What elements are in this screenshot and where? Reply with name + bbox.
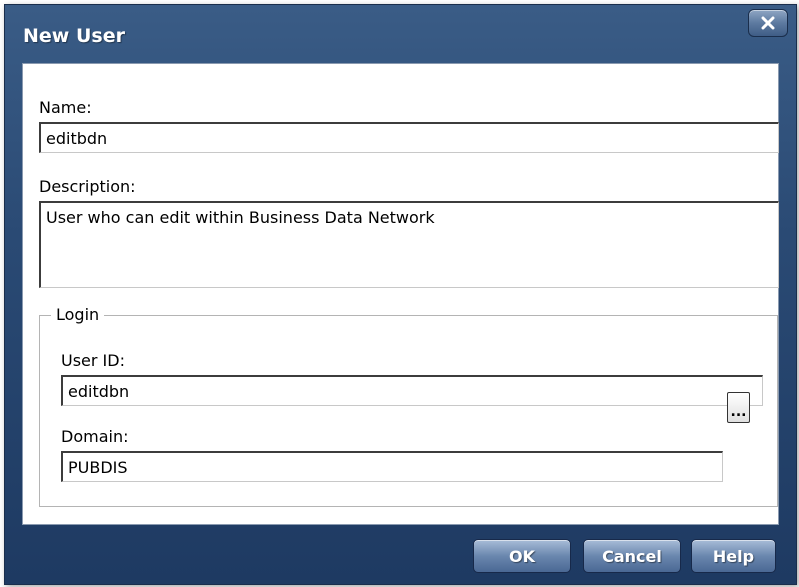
form-panel: Name: editbdn Description: User who can … <box>22 63 779 525</box>
name-label: Name: <box>39 98 92 117</box>
description-label: Description: <box>39 177 136 196</box>
login-legend: Login <box>51 305 105 324</box>
description-textarea[interactable]: User who can edit within Business Data N… <box>39 201 779 288</box>
close-button[interactable] <box>748 9 788 37</box>
user-id-input[interactable]: editdbn <box>61 375 763 406</box>
cancel-button[interactable]: Cancel <box>583 539 681 573</box>
domain-input[interactable]: PUBDIS <box>61 451 723 482</box>
ok-button[interactable]: OK <box>473 539 571 573</box>
dialog-title: New User <box>23 25 125 47</box>
close-icon <box>761 16 775 30</box>
title-bar[interactable]: New User <box>5 5 796 63</box>
help-button[interactable]: Help <box>691 539 776 573</box>
new-user-dialog: New User Name: editbdn Description: User… <box>4 4 797 585</box>
domain-label: Domain: <box>61 427 129 446</box>
name-input[interactable]: editbdn <box>39 122 779 153</box>
domain-browse-button[interactable]: ... <box>727 392 750 423</box>
user-id-label: User ID: <box>61 351 125 370</box>
